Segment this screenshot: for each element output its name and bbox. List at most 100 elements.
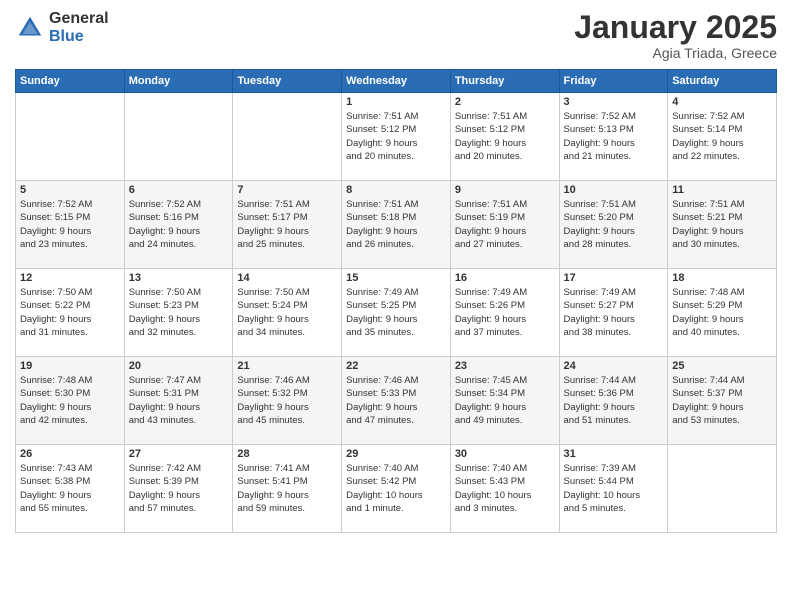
- day-header-monday: Monday: [124, 70, 233, 93]
- day-info: Sunrise: 7:49 AM Sunset: 5:25 PM Dayligh…: [346, 286, 446, 339]
- calendar-cell: 30Sunrise: 7:40 AM Sunset: 5:43 PM Dayli…: [450, 445, 559, 533]
- day-number: 4: [672, 96, 772, 108]
- calendar-cell: 20 Sunrise: 7:47 AM Sunset: 5:31 PM Dayli…: [124, 357, 233, 445]
- calendar-cell: 24Sunrise: 7:44 AM Sunset: 5:36 PM Dayli…: [559, 357, 668, 445]
- day-number: 8: [346, 184, 446, 196]
- day-info: Sunrise: 7:52 AM Sunset: 5:14 PM Dayligh…: [672, 110, 772, 163]
- logo: General Blue: [15, 10, 109, 45]
- calendar-cell: 28 Sunrise: 7:41 AM Sunset: 5:41 PM Dayli…: [233, 445, 342, 533]
- day-info: Sunrise: 7:52 AM Sunset: 5:13 PM Dayligh…: [564, 110, 664, 163]
- location: Agia Triada, Greece: [574, 45, 777, 61]
- day-number: 18: [672, 272, 772, 284]
- logo-text: General Blue: [49, 10, 109, 45]
- calendar-cell: 9Sunrise: 7:51 AM Sunset: 5:19 PM Daylig…: [450, 181, 559, 269]
- calendar-cell: [668, 445, 777, 533]
- calendar-cell: [124, 93, 233, 181]
- calendar-cell: 27Sunrise: 7:42 AM Sunset: 5:39 PM Dayli…: [124, 445, 233, 533]
- calendar-cell: 4 Sunrise: 7:52 AM Sunset: 5:14 PM Daylig…: [668, 93, 777, 181]
- day-info: Sunrise: 7:51 AM Sunset: 5:21 PM Dayligh…: [672, 198, 772, 251]
- calendar-cell: 1Sunrise: 7:51 AM Sunset: 5:12 PM Daylig…: [342, 93, 451, 181]
- day-info: Sunrise: 7:49 AM Sunset: 5:27 PM Dayligh…: [564, 286, 664, 339]
- calendar-week-3: 12 Sunrise: 7:50 AM Sunset: 5:22 PM Dayli…: [16, 269, 777, 357]
- day-info: Sunrise: 7:50 AM Sunset: 5:22 PM Dayligh…: [20, 286, 120, 339]
- day-number: 29: [346, 448, 446, 460]
- day-info: Sunrise: 7:50 AM Sunset: 5:23 PM Dayligh…: [129, 286, 229, 339]
- day-info: Sunrise: 7:50 AM Sunset: 5:24 PM Dayligh…: [237, 286, 337, 339]
- title-block: January 2025 Agia Triada, Greece: [574, 10, 777, 61]
- day-info: Sunrise: 7:42 AM Sunset: 5:39 PM Dayligh…: [129, 462, 229, 515]
- day-info: Sunrise: 7:51 AM Sunset: 5:17 PM Dayligh…: [237, 198, 337, 251]
- day-number: 17: [564, 272, 664, 284]
- day-header-tuesday: Tuesday: [233, 70, 342, 93]
- day-number: 23: [455, 360, 555, 372]
- logo-general: General: [49, 10, 109, 28]
- day-number: 16: [455, 272, 555, 284]
- day-header-thursday: Thursday: [450, 70, 559, 93]
- day-number: 31: [564, 448, 664, 460]
- day-info: Sunrise: 7:44 AM Sunset: 5:37 PM Dayligh…: [672, 374, 772, 427]
- calendar-week-2: 5Sunrise: 7:52 AM Sunset: 5:15 PM Daylig…: [16, 181, 777, 269]
- day-number: 20: [129, 360, 229, 372]
- day-info: Sunrise: 7:52 AM Sunset: 5:15 PM Dayligh…: [20, 198, 120, 251]
- day-info: Sunrise: 7:41 AM Sunset: 5:41 PM Dayligh…: [237, 462, 337, 515]
- day-number: 28: [237, 448, 337, 460]
- day-number: 7: [237, 184, 337, 196]
- day-info: Sunrise: 7:46 AM Sunset: 5:32 PM Dayligh…: [237, 374, 337, 427]
- calendar-cell: 19 Sunrise: 7:48 AM Sunset: 5:30 PM Dayli…: [16, 357, 125, 445]
- day-number: 19: [20, 360, 120, 372]
- header: General Blue January 2025 Agia Triada, G…: [15, 10, 777, 61]
- calendar-cell: 7 Sunrise: 7:51 AM Sunset: 5:17 PM Daylig…: [233, 181, 342, 269]
- day-number: 11: [672, 184, 772, 196]
- calendar-cell: 14Sunrise: 7:50 AM Sunset: 5:24 PM Dayli…: [233, 269, 342, 357]
- logo-blue: Blue: [49, 28, 109, 46]
- calendar-table: SundayMondayTuesdayWednesdayThursdayFrid…: [15, 69, 777, 533]
- calendar-cell: 5Sunrise: 7:52 AM Sunset: 5:15 PM Daylig…: [16, 181, 125, 269]
- calendar-cell: [16, 93, 125, 181]
- day-info: Sunrise: 7:51 AM Sunset: 5:20 PM Dayligh…: [564, 198, 664, 251]
- calendar-cell: 3 Sunrise: 7:52 AM Sunset: 5:13 PM Daylig…: [559, 93, 668, 181]
- calendar-cell: 12 Sunrise: 7:50 AM Sunset: 5:22 PM Dayli…: [16, 269, 125, 357]
- month-title: January 2025: [574, 10, 777, 45]
- day-info: Sunrise: 7:51 AM Sunset: 5:12 PM Dayligh…: [346, 110, 446, 163]
- calendar-cell: 17 Sunrise: 7:49 AM Sunset: 5:27 PM Dayli…: [559, 269, 668, 357]
- logo-icon: [15, 13, 45, 43]
- calendar-cell: [233, 93, 342, 181]
- day-info: Sunrise: 7:46 AM Sunset: 5:33 PM Dayligh…: [346, 374, 446, 427]
- day-info: Sunrise: 7:48 AM Sunset: 5:29 PM Dayligh…: [672, 286, 772, 339]
- day-number: 13: [129, 272, 229, 284]
- calendar-cell: 22Sunrise: 7:46 AM Sunset: 5:33 PM Dayli…: [342, 357, 451, 445]
- day-header-wednesday: Wednesday: [342, 70, 451, 93]
- day-info: Sunrise: 7:52 AM Sunset: 5:16 PM Dayligh…: [129, 198, 229, 251]
- day-info: Sunrise: 7:51 AM Sunset: 5:18 PM Dayligh…: [346, 198, 446, 251]
- day-header-sunday: Sunday: [16, 70, 125, 93]
- day-info: Sunrise: 7:47 AM Sunset: 5:31 PM Dayligh…: [129, 374, 229, 427]
- calendar-header-row: SundayMondayTuesdayWednesdayThursdayFrid…: [16, 70, 777, 93]
- calendar-week-5: 26 Sunrise: 7:43 AM Sunset: 5:38 PM Dayli…: [16, 445, 777, 533]
- day-number: 9: [455, 184, 555, 196]
- calendar-week-1: 1Sunrise: 7:51 AM Sunset: 5:12 PM Daylig…: [16, 93, 777, 181]
- calendar-cell: 26 Sunrise: 7:43 AM Sunset: 5:38 PM Dayli…: [16, 445, 125, 533]
- calendar-week-4: 19 Sunrise: 7:48 AM Sunset: 5:30 PM Dayli…: [16, 357, 777, 445]
- day-info: Sunrise: 7:51 AM Sunset: 5:12 PM Dayligh…: [455, 110, 555, 163]
- calendar-cell: 15 Sunrise: 7:49 AM Sunset: 5:25 PM Dayli…: [342, 269, 451, 357]
- calendar-cell: 18 Sunrise: 7:48 AM Sunset: 5:29 PM Dayli…: [668, 269, 777, 357]
- day-header-friday: Friday: [559, 70, 668, 93]
- day-header-saturday: Saturday: [668, 70, 777, 93]
- day-info: Sunrise: 7:39 AM Sunset: 5:44 PM Dayligh…: [564, 462, 664, 515]
- calendar-cell: 8 Sunrise: 7:51 AM Sunset: 5:18 PM Daylig…: [342, 181, 451, 269]
- page: General Blue January 2025 Agia Triada, G…: [0, 0, 792, 612]
- day-number: 26: [20, 448, 120, 460]
- day-number: 15: [346, 272, 446, 284]
- day-number: 10: [564, 184, 664, 196]
- day-number: 12: [20, 272, 120, 284]
- day-number: 21: [237, 360, 337, 372]
- day-info: Sunrise: 7:43 AM Sunset: 5:38 PM Dayligh…: [20, 462, 120, 515]
- day-number: 3: [564, 96, 664, 108]
- day-info: Sunrise: 7:48 AM Sunset: 5:30 PM Dayligh…: [20, 374, 120, 427]
- day-number: 6: [129, 184, 229, 196]
- day-number: 25: [672, 360, 772, 372]
- calendar-cell: 25 Sunrise: 7:44 AM Sunset: 5:37 PM Dayli…: [668, 357, 777, 445]
- day-number: 30: [455, 448, 555, 460]
- calendar-cell: 21 Sunrise: 7:46 AM Sunset: 5:32 PM Dayli…: [233, 357, 342, 445]
- day-info: Sunrise: 7:44 AM Sunset: 5:36 PM Dayligh…: [564, 374, 664, 427]
